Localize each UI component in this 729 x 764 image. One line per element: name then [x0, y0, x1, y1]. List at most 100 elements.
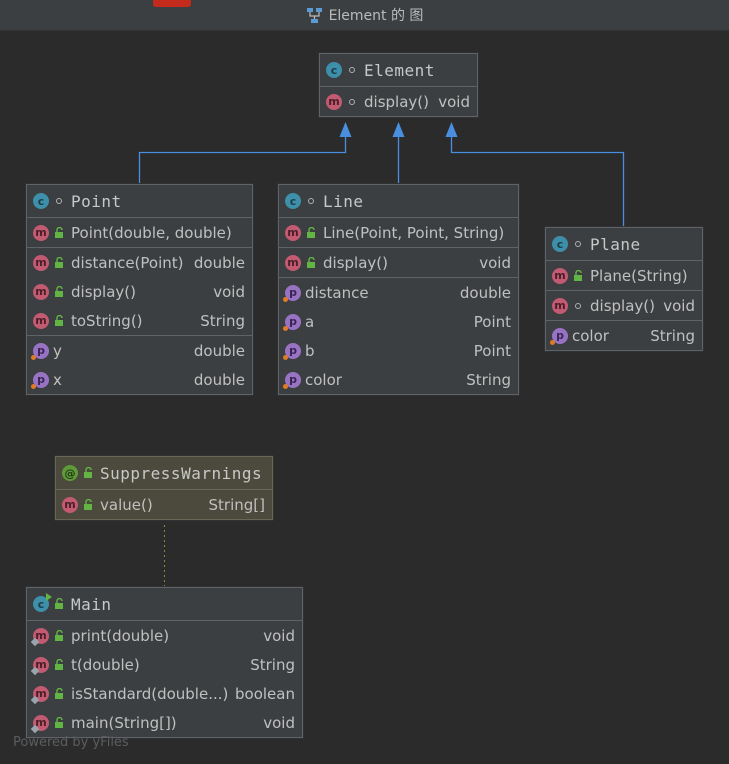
close-tab-indicator[interactable]	[153, 0, 191, 7]
field-icon: p	[283, 342, 301, 360]
method-icon: m	[62, 496, 78, 513]
constructor-row[interactable]: m Line(Point, Point, String)	[279, 218, 518, 247]
watermark: Powered by yFiles	[13, 735, 129, 750]
field-row[interactable]: p color String	[279, 365, 518, 394]
method-name: t(double)	[71, 655, 140, 674]
method-type: void	[479, 253, 511, 272]
static-method-icon: m	[33, 685, 49, 702]
method-row[interactable]: m display() void	[279, 248, 518, 277]
methods-section: m print(double) void m t(double) String …	[27, 621, 302, 737]
constructors-section: m Plane(String)	[546, 261, 702, 291]
method-name: value()	[100, 495, 153, 514]
field-icon: p	[31, 371, 49, 389]
method-row[interactable]: m display() void	[27, 277, 252, 306]
method-icon: m	[285, 254, 301, 271]
method-row[interactable]: m display() void	[320, 87, 477, 116]
field-icon: p	[31, 342, 49, 360]
method-name: print(double)	[71, 626, 170, 645]
method-row[interactable]: m toString() String	[27, 306, 252, 335]
method-name: isStandard(double...)	[71, 684, 228, 703]
method-icon: m	[33, 224, 49, 241]
annotation-suppresswarnings[interactable]: @ SuppressWarnings m value() String[]	[55, 456, 273, 520]
method-icon: m	[326, 93, 342, 110]
field-type: double	[459, 283, 511, 302]
circle-icon	[346, 95, 358, 109]
field-type: double	[193, 370, 245, 389]
class-name: SuppressWarnings	[100, 463, 263, 483]
class-name: Point	[71, 191, 122, 211]
method-name: main(String[])	[71, 713, 177, 732]
edge-point-to-element	[138, 137, 347, 184]
circle-icon	[572, 237, 584, 251]
class-header: @ SuppressWarnings	[56, 457, 272, 490]
unlocked-icon	[572, 269, 584, 283]
method-row[interactable]: m t(double) String	[27, 650, 302, 679]
field-type: Point	[473, 341, 511, 360]
methods-section: m value() String[]	[56, 490, 272, 519]
method-type: void	[263, 626, 295, 645]
class-header: c Line	[279, 185, 518, 218]
unlocked-icon	[53, 658, 65, 672]
field-row[interactable]: p distance double	[279, 278, 518, 307]
method-name: display()	[364, 92, 429, 111]
method-row[interactable]: m isStandard(double...) boolean	[27, 679, 302, 708]
method-type: boolean	[235, 684, 295, 703]
method-row[interactable]: m print(double) void	[27, 621, 302, 650]
unlocked-icon	[305, 226, 317, 240]
unlocked-icon	[53, 629, 65, 643]
method-icon: m	[33, 254, 49, 271]
class-main[interactable]: c Main m print(double) void m t(double) …	[26, 587, 303, 738]
field-name: color	[305, 370, 342, 389]
method-row[interactable]: m main(String[]) void	[27, 708, 302, 737]
unlocked-icon	[82, 498, 94, 512]
unlocked-icon	[53, 285, 65, 299]
constructor-name: Point(double, double)	[71, 223, 232, 242]
method-type: void	[663, 296, 695, 315]
circle-icon	[305, 194, 317, 208]
field-icon: p	[283, 371, 301, 389]
method-type: String	[250, 655, 295, 674]
method-type: String[]	[208, 495, 265, 514]
class-name: Main	[71, 594, 112, 614]
class-element[interactable]: c Element m display() void	[319, 53, 478, 117]
field-name: a	[305, 312, 315, 331]
field-name: color	[572, 326, 609, 345]
method-row[interactable]: m distance(Point) double	[27, 248, 252, 277]
method-row[interactable]: m display() void	[546, 291, 702, 320]
method-row[interactable]: m value() String[]	[56, 490, 272, 519]
field-row[interactable]: p y double	[27, 336, 252, 365]
field-name: x	[53, 370, 62, 389]
field-name: distance	[305, 283, 369, 302]
window-title: Element 的 图	[328, 8, 424, 24]
static-method-icon: m	[33, 627, 49, 644]
constructors-section: m Point(double, double)	[27, 218, 252, 248]
constructor-row[interactable]: m Plane(String)	[546, 261, 702, 290]
class-line[interactable]: c Line m Line(Point, Point, String) m di…	[278, 184, 519, 395]
constructor-row[interactable]: m Point(double, double)	[27, 218, 252, 247]
fields-section: p color String	[546, 321, 702, 350]
methods-section: m distance(Point) double m display() voi…	[27, 248, 252, 336]
class-name: Element	[364, 60, 435, 80]
field-row[interactable]: p x double	[27, 365, 252, 394]
class-header: c Main	[27, 588, 302, 621]
method-name: display()	[590, 296, 655, 315]
window-titlebar: Element 的 图	[0, 0, 729, 31]
unlocked-icon	[305, 256, 317, 270]
class-plane[interactable]: c Plane m Plane(String) m display() void…	[545, 227, 703, 351]
field-row[interactable]: p b Point	[279, 336, 518, 365]
constructor-name: Line(Point, Point, String)	[323, 223, 505, 242]
class-point[interactable]: c Point m Point(double, double) m distan…	[26, 184, 253, 395]
field-row[interactable]: p color String	[546, 321, 702, 350]
fields-section: p distance double p a Point p b Point p …	[279, 278, 518, 394]
circle-icon	[346, 63, 358, 77]
unlocked-icon	[53, 314, 65, 328]
annotation-icon: @	[62, 465, 78, 481]
static-method-icon: m	[33, 714, 49, 731]
method-icon: m	[33, 312, 49, 329]
field-type: double	[193, 341, 245, 360]
class-header: c Plane	[546, 228, 702, 261]
class-icon: c	[552, 236, 568, 252]
method-icon: m	[552, 297, 568, 314]
constructor-name: Plane(String)	[590, 266, 688, 285]
field-row[interactable]: p a Point	[279, 307, 518, 336]
